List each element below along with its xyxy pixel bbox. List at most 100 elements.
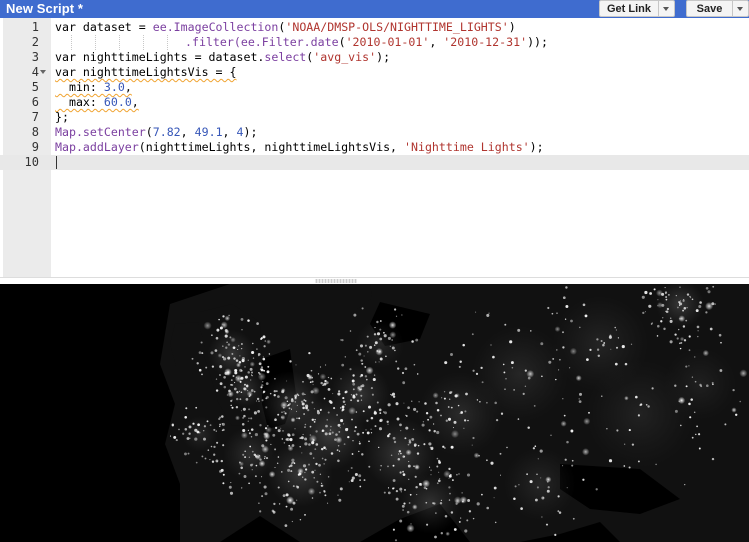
city-light bbox=[562, 465, 564, 467]
city-light bbox=[352, 382, 356, 386]
city-light bbox=[653, 288, 656, 291]
city-light bbox=[504, 388, 506, 390]
get-link-dropdown[interactable] bbox=[658, 1, 674, 16]
city-light bbox=[449, 492, 451, 495]
city-light bbox=[547, 486, 550, 489]
city-light bbox=[218, 417, 221, 421]
code-line[interactable]: 6 max: 60.0, bbox=[0, 95, 749, 110]
city-light bbox=[188, 425, 192, 429]
city-light bbox=[378, 361, 380, 363]
city-light bbox=[540, 342, 544, 346]
city-light bbox=[674, 384, 677, 387]
city-light bbox=[281, 416, 283, 418]
city-light bbox=[340, 419, 344, 423]
city-light bbox=[365, 378, 368, 381]
city-light bbox=[551, 312, 554, 315]
city-light bbox=[374, 341, 378, 345]
city-light bbox=[500, 412, 504, 415]
city-light bbox=[436, 457, 439, 460]
city-light bbox=[302, 464, 307, 468]
panel-resize-handle[interactable] bbox=[0, 277, 749, 284]
city-light bbox=[262, 356, 264, 358]
active-code-line[interactable]: 10 bbox=[0, 155, 749, 170]
code-line[interactable]: 1 var dataset = ee.ImageCollection('NOAA… bbox=[0, 20, 749, 35]
city-light bbox=[493, 486, 497, 490]
city-light bbox=[360, 399, 363, 401]
city-light bbox=[319, 373, 327, 380]
city-light bbox=[391, 394, 394, 397]
get-link-button[interactable]: Get Link bbox=[599, 0, 675, 17]
city-light bbox=[524, 369, 527, 372]
city-light bbox=[295, 364, 297, 366]
city-light bbox=[450, 429, 460, 439]
code-text[interactable]: var nighttimeLights = dataset.select('av… bbox=[55, 50, 390, 65]
city-light bbox=[240, 377, 242, 380]
code-line[interactable]: 7 }; bbox=[0, 110, 749, 125]
code-text[interactable]: }; bbox=[55, 110, 69, 125]
city-light bbox=[195, 406, 198, 409]
city-light bbox=[229, 491, 234, 495]
code-text[interactable]: min: 3.0, bbox=[55, 80, 132, 95]
fold-toggle-icon[interactable] bbox=[40, 70, 46, 74]
city-light bbox=[623, 465, 626, 467]
code-text[interactable]: Map.setCenter(7.82, 49.1, 4); bbox=[55, 125, 257, 140]
city-light bbox=[376, 332, 381, 336]
city-light bbox=[225, 346, 228, 349]
city-light bbox=[252, 342, 254, 345]
city-light bbox=[185, 407, 188, 410]
city-light bbox=[259, 424, 262, 427]
city-light bbox=[283, 410, 285, 413]
code-line[interactable]: 4 var nighttimeLightsVis = { bbox=[0, 65, 749, 80]
save-button[interactable]: Save bbox=[686, 0, 749, 17]
indent-guide bbox=[143, 35, 144, 50]
chevron-down-icon bbox=[663, 7, 669, 11]
city-light bbox=[603, 342, 606, 344]
save-dropdown[interactable] bbox=[732, 1, 748, 16]
city-light bbox=[443, 470, 451, 478]
city-light bbox=[663, 327, 666, 331]
city-light bbox=[359, 485, 362, 488]
city-light bbox=[247, 429, 250, 432]
city-light bbox=[698, 433, 701, 436]
city-light bbox=[326, 419, 328, 421]
script-title[interactable]: New Script * bbox=[6, 1, 83, 16]
city-light bbox=[265, 382, 269, 385]
city-light bbox=[691, 436, 694, 439]
city-light bbox=[714, 303, 716, 305]
code-line[interactable]: 5 min: 3.0, bbox=[0, 80, 749, 95]
city-light bbox=[266, 395, 269, 399]
code-text[interactable]: Map.addLayer(nighttimeLights, nighttimeL… bbox=[55, 140, 544, 155]
city-light bbox=[304, 393, 306, 395]
code-line[interactable]: 9 Map.addLayer(nighttimeLights, nighttim… bbox=[0, 140, 749, 155]
city-light bbox=[451, 479, 454, 482]
city-light bbox=[486, 506, 490, 510]
city-light bbox=[582, 303, 586, 307]
city-light bbox=[678, 315, 686, 322]
city-light bbox=[288, 444, 291, 447]
city-light bbox=[506, 446, 508, 449]
city-light bbox=[448, 467, 451, 471]
city-light bbox=[392, 487, 395, 490]
city-light bbox=[249, 361, 255, 367]
city-light bbox=[355, 349, 358, 352]
city-light bbox=[364, 375, 368, 378]
city-light bbox=[353, 430, 356, 433]
drag-grip-icon[interactable] bbox=[315, 279, 357, 283]
city-light bbox=[184, 428, 188, 431]
nighttime-lights-map[interactable] bbox=[0, 284, 749, 542]
code-text[interactable]: .filter(ee.Filter.date('2010-01-01', '20… bbox=[185, 35, 548, 50]
code-line[interactable]: 3 var nighttimeLights = dataset.select('… bbox=[0, 50, 749, 65]
code-line[interactable]: 2 .filter(ee.Filter.date('2010-01-01', '… bbox=[0, 35, 749, 50]
city-light bbox=[285, 505, 288, 508]
map-view[interactable] bbox=[0, 284, 749, 542]
code-text[interactable]: max: 60.0, bbox=[55, 95, 139, 110]
city-light bbox=[301, 402, 305, 406]
city-light bbox=[735, 413, 738, 416]
city-light bbox=[358, 442, 361, 445]
code-text[interactable]: var dataset = ee.ImageCollection('NOAA/D… bbox=[55, 20, 516, 35]
city-light bbox=[257, 410, 260, 413]
code-line[interactable]: 8 Map.setCenter(7.82, 49.1, 4); bbox=[0, 125, 749, 140]
code-text[interactable]: var nighttimeLightsVis = { bbox=[55, 65, 236, 80]
code-editor[interactable]: 1 var dataset = ee.ImageCollection('NOAA… bbox=[0, 18, 749, 277]
code-lines[interactable]: 1 var dataset = ee.ImageCollection('NOAA… bbox=[0, 20, 749, 170]
